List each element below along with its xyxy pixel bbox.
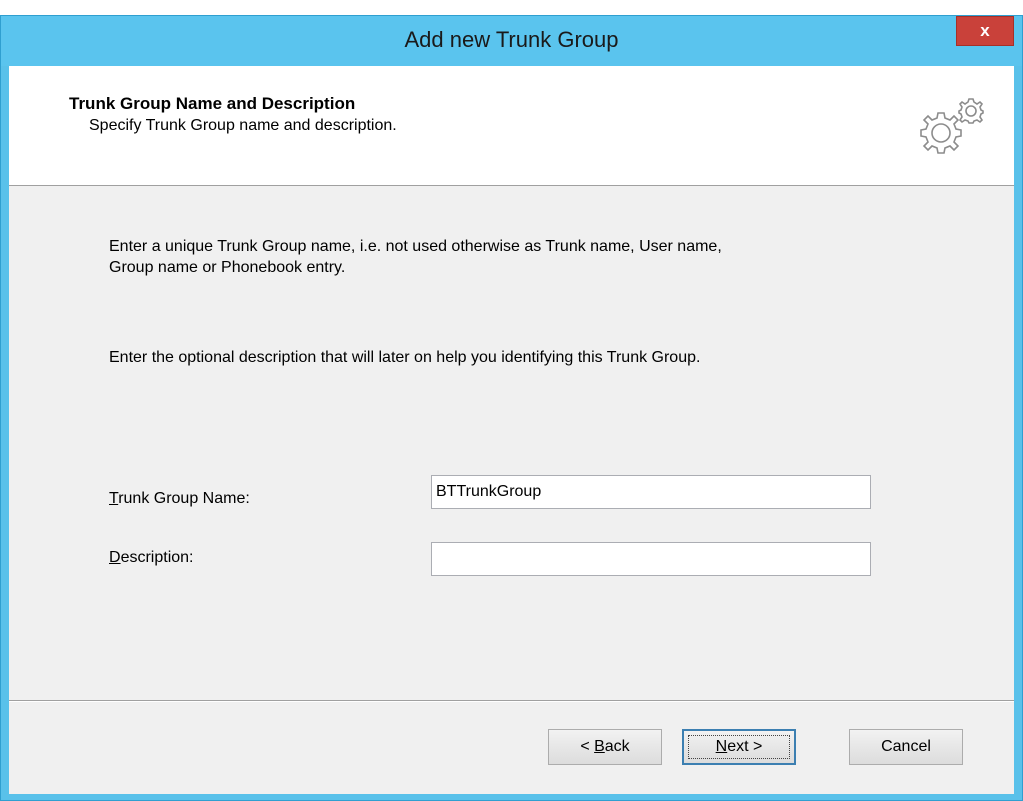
wizard-client-area: Trunk Group Name and Description Specify… — [9, 66, 1014, 794]
header-subtitle: Specify Trunk Group name and description… — [89, 117, 397, 134]
cancel-button[interactable]: Cancel — [849, 729, 963, 765]
wizard-header: Trunk Group Name and Description Specify… — [9, 66, 1014, 186]
description-input[interactable] — [431, 542, 871, 576]
wizard-window: Add new Trunk Group x Trunk Group Name a… — [0, 15, 1023, 801]
trunk-group-name-label: Trunk Group Name: — [109, 490, 250, 507]
instruction-text-1: Enter a unique Trunk Group name, i.e. no… — [109, 236, 722, 278]
next-button[interactable]: Next > — [682, 729, 796, 765]
focus-rectangle — [688, 735, 790, 759]
instruction-text-2: Enter the optional description that will… — [109, 349, 701, 366]
back-button[interactable]: < Back — [548, 729, 662, 765]
instruction-line-1: Enter a unique Trunk Group name, i.e. no… — [109, 238, 722, 255]
title-bar[interactable]: Add new Trunk Group x — [1, 16, 1022, 66]
button-separator-highlight — [9, 701, 1014, 702]
description-label: Description: — [109, 549, 194, 566]
window-title: Add new Trunk Group — [404, 27, 619, 52]
gears-icon — [920, 98, 984, 154]
trunk-group-name-input[interactable] — [431, 475, 871, 509]
instruction-line-2: Group name or Phonebook entry. — [109, 259, 346, 276]
close-button[interactable]: x — [956, 16, 1014, 46]
header-title: Trunk Group Name and Description — [69, 94, 356, 113]
